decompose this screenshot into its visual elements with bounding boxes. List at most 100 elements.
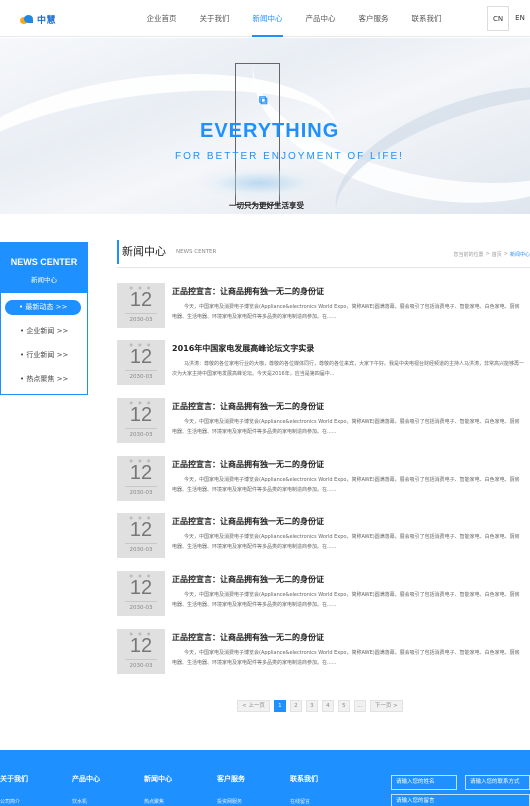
page-button[interactable]: 3 xyxy=(305,700,318,712)
banner-subline: FOR BETTER ENJOYMENT OF LIFE! xyxy=(175,151,404,162)
sidebar-item-latest[interactable]: • 最新动态 >> xyxy=(5,300,81,315)
banner-headline: EVERYTHING xyxy=(200,120,340,142)
nav-news[interactable]: 新闻中心 xyxy=(241,0,294,37)
footer-col-contact: 联系我们 在线留言 xyxy=(290,774,318,805)
news-item[interactable]: ● ● ● 12 2030-03 正品控宣言：让商品拥有独一无二的身份证 今天，中国… xyxy=(117,283,530,328)
sidebar-header: NEWS CENTER 新闻中心 xyxy=(1,243,87,293)
breadcrumb: 您当前的位置 > 首页 > 新闻中心 xyxy=(454,251,530,258)
page-button[interactable]: 4 xyxy=(321,700,334,712)
sidebar: NEWS CENTER 新闻中心 • 最新动态 >> • 企业新闻 >> • 行… xyxy=(0,242,88,395)
news-title[interactable]: 2016年中国家电发展高峰论坛文字实录 xyxy=(172,343,314,354)
logo[interactable]: 中慧 xyxy=(20,13,56,26)
date-box: ● ● ● 12 2030-03 xyxy=(117,571,165,616)
page-ellipsis: ... xyxy=(353,700,366,712)
nav-home[interactable]: 企业首页 xyxy=(135,0,188,37)
footer-link[interactable]: 投资网服务 xyxy=(217,798,245,805)
footer-heading[interactable]: 关于我们 xyxy=(0,774,28,784)
date-day: 12 xyxy=(129,404,153,426)
footer-heading[interactable]: 联系我们 xyxy=(290,774,318,784)
hero-banner: ⧉ EVERYTHING FOR BETTER ENJOYMENT OF LIF… xyxy=(0,38,530,214)
date-day: 12 xyxy=(129,289,153,311)
news-item[interactable]: ● ● ● 12 2030-03 正品控宣言：让商品拥有独一无二的身份证 今天，中国… xyxy=(117,456,530,501)
breadcrumb-home[interactable]: 首页 xyxy=(492,251,502,258)
date-box: ● ● ● 12 2030-03 xyxy=(117,283,165,328)
news-title[interactable]: 正品控宣言：让商品拥有独一无二的身份证 xyxy=(172,574,324,585)
message-field[interactable]: 请输入您的留言 xyxy=(391,794,530,806)
date-year-month: 2030-03 xyxy=(129,663,153,669)
news-item[interactable]: ● ● ● 12 2030-03 正品控宣言：让商品拥有独一无二的身份证 今天，中国… xyxy=(117,398,530,443)
heading-accent-bar xyxy=(117,240,119,264)
footer-heading[interactable]: 客户服务 xyxy=(217,774,245,784)
footer-col-service: 客户服务 投资网服务 xyxy=(217,774,245,805)
footer-col-products: 产品中心 饮水机 xyxy=(72,774,100,805)
date-box: ● ● ● 12 2030-03 xyxy=(117,398,165,443)
news-summary: 今天，中国家电及消费电子博览会(Appliance&electronics Wo… xyxy=(172,534,520,550)
logo-text: 中慧 xyxy=(37,16,57,26)
water-splash-image xyxy=(195,168,325,198)
date-day: 12 xyxy=(129,519,153,541)
page-button[interactable]: 1 xyxy=(273,700,286,712)
sidebar-title-zh: 新闻中心 xyxy=(31,276,57,284)
breadcrumb-label: 您当前的位置 xyxy=(453,252,484,258)
breadcrumb-separator: > xyxy=(485,251,490,257)
date-year-month: 2030-03 xyxy=(129,490,153,496)
next-page-button[interactable]: 下一页 > xyxy=(369,700,403,712)
news-summary: 今天，中国家电及消费电子博览会(Appliance&electronics Wo… xyxy=(172,419,520,435)
news-summary: 今天，中国家电及消费电子博览会(Appliance&electronics Wo… xyxy=(172,650,520,666)
nav-about[interactable]: 关于我们 xyxy=(188,0,241,37)
footer-link[interactable]: 在线留言 xyxy=(290,798,318,805)
news-title[interactable]: 正品控宣言：让商品拥有独一无二的身份证 xyxy=(172,286,324,297)
date-year-month: 2030-03 xyxy=(129,374,153,380)
news-item[interactable]: ● ● ● 12 2030-03 2016年中国家电发展高峰论坛文字实录 马洪涛：尊… xyxy=(117,340,530,385)
nav-service[interactable]: 客户服务 xyxy=(347,0,400,37)
breadcrumb-current[interactable]: 新闻中心 xyxy=(510,251,530,258)
sidebar-item-hot-topics[interactable]: • 热点聚焦 >> xyxy=(1,367,87,391)
date-box: ● ● ● 12 2030-03 xyxy=(117,629,165,674)
date-day: 12 xyxy=(129,346,153,368)
news-summary: 今天，中国家电及消费电子博览会(Appliance&electronics Wo… xyxy=(172,592,520,608)
contact-field[interactable]: 请输入您的联系方式 xyxy=(465,775,530,790)
name-field[interactable]: 请输入您的姓名 xyxy=(391,775,457,790)
section-heading: 新闻中心 NEWS CENTER 您当前的位置 > 首页 > 新闻中心 xyxy=(117,240,530,268)
news-item[interactable]: ● ● ● 12 2030-03 正品控宣言：让商品拥有独一无二的身份证 今天，中国… xyxy=(117,629,530,674)
lang-en-button[interactable]: EN xyxy=(509,6,530,31)
footer-link[interactable]: 热点聚焦 xyxy=(144,798,172,805)
sidebar-title-en: NEWS CENTER xyxy=(10,257,78,267)
news-title[interactable]: 正品控宣言：让商品拥有独一无二的身份证 xyxy=(172,459,324,470)
nav-contact[interactable]: 联系我们 xyxy=(400,0,453,37)
site-header: 中慧 企业首页 关于我们 新闻中心 产品中心 客户服务 联系我们 CN EN xyxy=(0,0,530,37)
date-box: ● ● ● 12 2030-03 xyxy=(117,340,165,385)
page-title-en: NEWS CENTER xyxy=(176,249,217,255)
news-summary: 今天，中国家电及消费电子博览会(Appliance&electronics Wo… xyxy=(172,477,520,493)
footer-col-about: 关于我们 公司简介 xyxy=(0,774,28,805)
pagination: < 上一页 1 2 3 4 5 ... 下一页 > xyxy=(237,700,403,712)
news-item[interactable]: ● ● ● 12 2030-03 正品控宣言：让商品拥有独一无二的身份证 今天，中国… xyxy=(117,571,530,616)
footer-heading[interactable]: 产品中心 xyxy=(72,774,100,784)
page-button[interactable]: 5 xyxy=(337,700,350,712)
footer-heading[interactable]: 新闻中心 xyxy=(144,774,172,784)
news-title[interactable]: 正品控宣言：让商品拥有独一无二的身份证 xyxy=(172,516,324,527)
sidebar-item-company-news[interactable]: • 企业新闻 >> xyxy=(1,319,87,343)
date-year-month: 2030-03 xyxy=(129,432,153,438)
footer-link[interactable]: 饮水机 xyxy=(72,798,100,805)
date-box: ● ● ● 12 2030-03 xyxy=(117,513,165,558)
footer-link[interactable]: 公司简介 xyxy=(0,798,28,805)
page-button[interactable]: 2 xyxy=(289,700,302,712)
logo-icon xyxy=(20,14,34,25)
main-nav: 企业首页 关于我们 新闻中心 产品中心 客户服务 联系我们 xyxy=(135,0,453,37)
sidebar-item-industry-news[interactable]: • 行业新闻 >> xyxy=(1,343,87,367)
news-title[interactable]: 正品控宣言：让商品拥有独一无二的身份证 xyxy=(172,401,324,412)
news-summary: 今天，中国家电及消费电子博览会(Appliance&electronics Wo… xyxy=(172,304,520,320)
date-day: 12 xyxy=(129,577,153,599)
footer-col-news: 新闻中心 热点聚焦 xyxy=(144,774,172,805)
lang-cn-button[interactable]: CN xyxy=(487,6,509,31)
prev-page-button[interactable]: < 上一页 xyxy=(237,700,270,712)
news-title[interactable]: 正品控宣言：让商品拥有独一无二的身份证 xyxy=(172,632,324,643)
news-item[interactable]: ● ● ● 12 2030-03 正品控宣言：让商品拥有独一无二的身份证 今天，中国… xyxy=(117,513,530,558)
news-summary: 马洪涛：尊敬的各位家电行业的大咖，尊敬的各位媒体同行，尊敬的各位来宾，大家下午好… xyxy=(172,361,524,377)
site-footer: 关于我们 公司简介 产品中心 饮水机 新闻中心 热点聚焦 客户服务 投资网服务 … xyxy=(0,750,530,806)
date-box: ● ● ● 12 2030-03 xyxy=(117,456,165,501)
page-title: 新闻中心 xyxy=(122,245,166,258)
nav-products[interactable]: 产品中心 xyxy=(294,0,347,37)
date-day: 12 xyxy=(129,635,153,657)
